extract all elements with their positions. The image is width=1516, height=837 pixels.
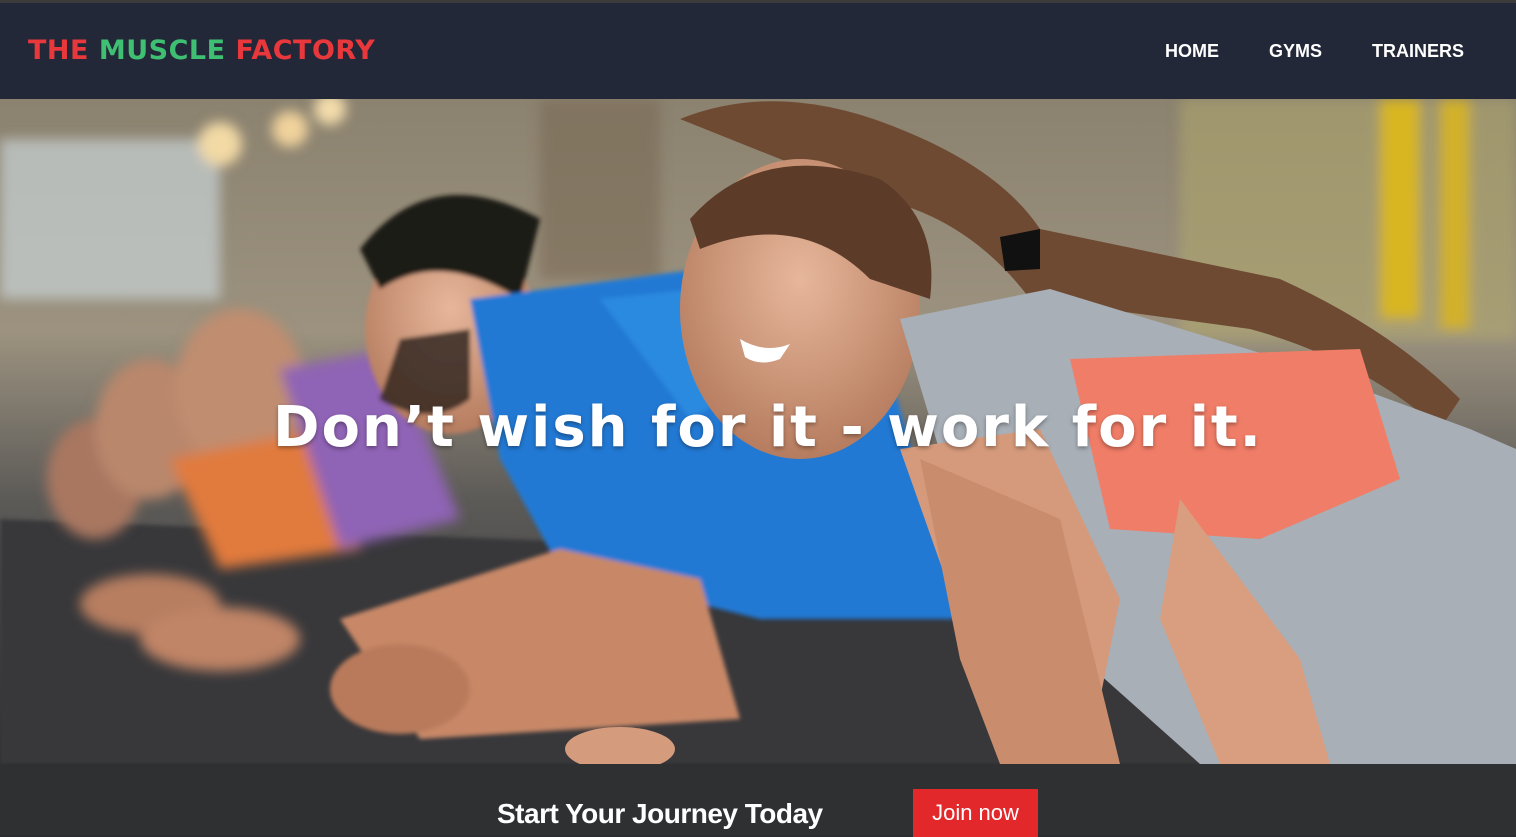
join-now-button[interactable]: Join now xyxy=(913,789,1038,837)
nav-gyms[interactable]: GYMS xyxy=(1269,41,1322,62)
cta-text: Start Your Journey Today xyxy=(497,798,823,829)
site-header: THE MUSCLE FACTORY HOME GYMS TRAINERS xyxy=(0,3,1516,99)
nav-trainers[interactable]: TRAINERS xyxy=(1372,41,1464,62)
main-nav: HOME GYMS TRAINERS xyxy=(1165,41,1464,62)
logo[interactable]: THE MUSCLE FACTORY xyxy=(28,35,375,66)
nav-home[interactable]: HOME xyxy=(1165,41,1219,62)
cta-bar: Start Your Journey Today Join now xyxy=(0,764,1516,837)
hero-tagline: Don’t wish for it - work for it. xyxy=(273,395,1263,460)
logo-muscle: MUSCLE xyxy=(98,35,236,66)
hero-banner: Don’t wish for it - work for it. xyxy=(0,99,1516,764)
logo-the: THE xyxy=(28,35,99,66)
logo-factory: FACTORY xyxy=(235,35,376,66)
